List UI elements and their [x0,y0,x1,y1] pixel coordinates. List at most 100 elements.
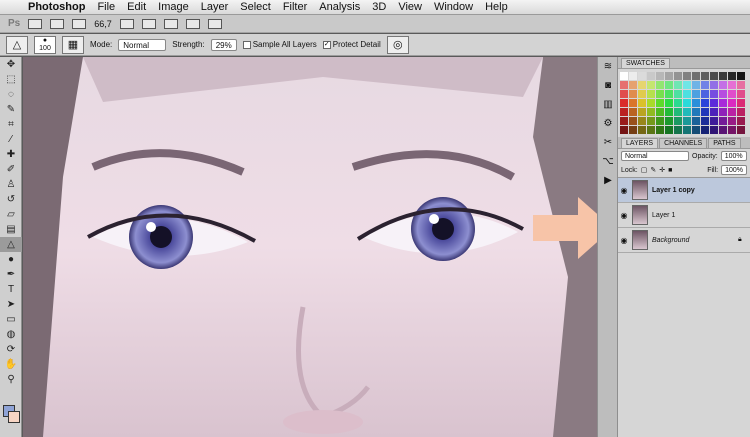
color-swatch[interactable] [647,117,655,125]
color-swatch[interactable] [656,72,664,80]
lock-position-icon[interactable]: ✛ [659,166,665,174]
hand-tool-icon[interactable] [119,18,134,29]
protect-detail-checkbox[interactable]: ✓ [322,40,331,49]
color-swatch[interactable] [674,81,682,89]
color-swatch[interactable] [656,126,664,134]
color-swatch[interactable] [701,117,709,125]
color-swatch[interactable] [638,108,646,116]
color-swatch[interactable] [620,108,628,116]
color-swatch[interactable] [674,72,682,80]
color-swatch[interactable] [728,99,736,107]
color-swatch[interactable] [692,81,700,89]
eraser-tool-icon[interactable]: ▱ [0,207,22,222]
color-swatch[interactable] [710,72,718,80]
color-swatch[interactable] [647,126,655,134]
color-swatch[interactable] [629,126,637,134]
visibility-eye-icon[interactable]: ◉ [618,211,630,220]
sample-all-layers-checkbox[interactable] [242,40,251,49]
view-extras-icon[interactable] [72,18,87,29]
color-swatch[interactable] [656,99,664,107]
color-swatch[interactable] [665,72,673,80]
adjustments-panel-icon[interactable]: ≋ [598,57,618,76]
tab-paths[interactable]: PATHS [708,138,741,148]
actions-panel-icon[interactable]: ⚙ [598,114,618,133]
layer-row-layer-1[interactable]: ◉ Layer 1 [618,203,750,228]
color-swatch[interactable] [737,72,745,80]
color-swatch[interactable] [728,72,736,80]
history-panel-icon[interactable]: ▥ [598,95,618,114]
color-swatch[interactable] [656,81,664,89]
color-swatch[interactable] [638,117,646,125]
color-swatch[interactable] [665,90,673,98]
color-swatch[interactable] [674,117,682,125]
menu-analysis[interactable]: Analysis [313,1,366,13]
color-swatch[interactable] [683,126,691,134]
masks-panel-icon[interactable]: ◙ [598,76,618,95]
color-swatch[interactable] [683,117,691,125]
menu-select[interactable]: Select [234,1,277,13]
color-swatch[interactable] [719,117,727,125]
color-swatch[interactable] [701,108,709,116]
animation-panel-icon[interactable]: ▶ [598,171,618,190]
color-swatch[interactable] [629,90,637,98]
color-swatch[interactable] [701,126,709,134]
gradient-tool-icon[interactable]: ▤ [0,222,22,237]
color-swatch[interactable] [620,126,628,134]
color-swatch[interactable] [683,90,691,98]
healing-brush-tool-icon[interactable]: ✚ [0,147,22,162]
color-swatch[interactable] [656,117,664,125]
color-swatch[interactable] [656,108,664,116]
color-swatch[interactable] [728,126,736,134]
quick-select-tool-icon[interactable]: ✎ [0,102,22,117]
protect-detail-option[interactable]: ✓ Protect Detail [322,40,381,49]
opacity-input[interactable]: 100% [720,151,747,161]
sharpen-tool-icon[interactable]: △ [0,237,22,252]
color-swatch[interactable] [683,108,691,116]
color-swatch[interactable] [692,90,700,98]
color-swatch[interactable] [701,81,709,89]
color-swatch[interactable] [638,90,646,98]
menu-help[interactable]: Help [479,1,514,13]
color-swatch[interactable] [629,81,637,89]
color-swatch[interactable] [638,126,646,134]
color-swatch[interactable] [710,117,718,125]
shape-tool-icon[interactable]: ▭ [0,312,22,327]
color-swatch[interactable] [710,108,718,116]
fill-input[interactable]: 100% [721,165,747,175]
color-swatch[interactable] [638,81,646,89]
dodge-tool-icon[interactable]: ● [0,252,22,267]
color-swatch[interactable] [710,81,718,89]
color-swatch[interactable] [620,81,628,89]
color-swatch[interactable] [629,117,637,125]
color-swatch[interactable] [701,99,709,107]
blend-mode-select[interactable]: Normal [621,151,689,161]
brush-panel-icon[interactable]: ▦ [62,35,84,54]
type-tool-icon[interactable]: T [0,282,22,297]
menu-window[interactable]: Window [428,1,479,13]
menu-filter[interactable]: Filter [277,1,313,13]
sample-all-layers-option[interactable]: Sample All Layers [242,40,317,49]
color-swatch[interactable] [737,117,745,125]
color-swatch[interactable] [629,99,637,107]
color-swatch[interactable] [710,90,718,98]
color-swatch[interactable] [683,81,691,89]
color-swatch[interactable] [692,72,700,80]
zoom-tool-icon[interactable] [141,18,156,29]
screen-mode-icon[interactable] [207,18,222,29]
color-swatch[interactable] [737,99,745,107]
marquee-tool-icon[interactable]: ⬚ [0,72,22,87]
visibility-eye-icon[interactable]: ◉ [618,186,630,195]
color-swatch[interactable] [692,126,700,134]
3d-orbit-tool-icon[interactable]: ⟳ [0,342,22,357]
document-canvas[interactable] [23,57,597,437]
menu-3d[interactable]: 3D [366,1,392,13]
color-swatch[interactable] [710,126,718,134]
mode-select[interactable]: Normal [118,38,167,51]
color-swatch[interactable] [620,117,628,125]
color-swatch[interactable] [665,108,673,116]
zoom-tool-icon-2[interactable]: ⚲ [0,372,22,387]
color-swatch[interactable] [665,117,673,125]
menu-view[interactable]: View [392,1,428,13]
color-swatch[interactable] [647,72,655,80]
clone-stamp-tool-icon[interactable]: ♙ [0,177,22,192]
